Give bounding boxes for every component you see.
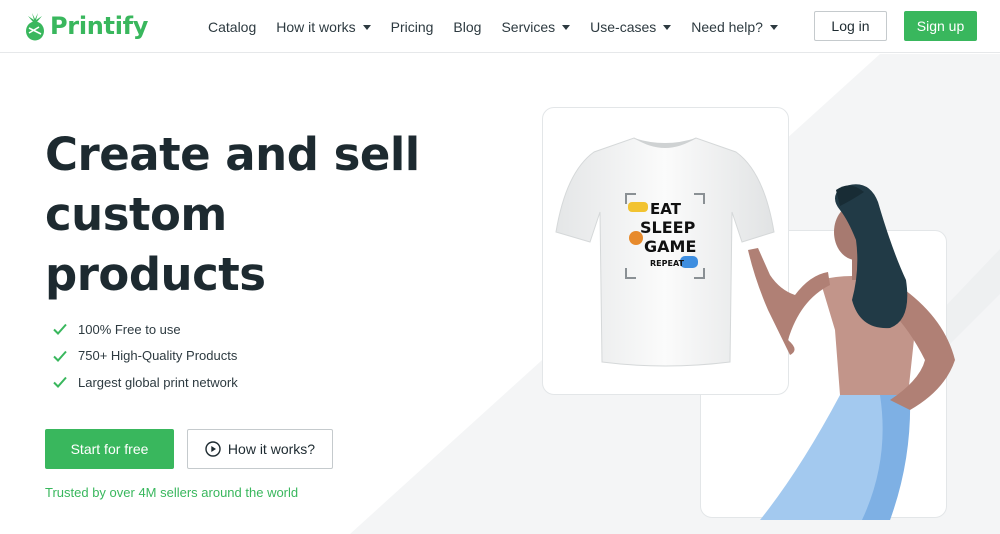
headline-line: products xyxy=(45,248,266,301)
printify-logo[interactable]: Printify xyxy=(24,10,148,42)
nav-item-blog[interactable]: Blog xyxy=(453,19,481,35)
shirt-print-line: REPEAT xyxy=(650,259,685,268)
caret-down-icon xyxy=(769,24,778,30)
headline-line: custom xyxy=(45,188,227,241)
site-header: Printify Catalog How it works Pricing Bl… xyxy=(0,0,1000,53)
shirt-print-line: SLEEP xyxy=(640,218,696,237)
hero-headline: Create and sell custom products xyxy=(45,125,425,305)
nav-item-catalog[interactable]: Catalog xyxy=(208,19,256,35)
nav-item-how-it-works[interactable]: How it works xyxy=(276,18,371,35)
headline-line: Create and sell xyxy=(45,128,420,181)
how-it-works-label: How it works? xyxy=(227,441,316,457)
nav-item-pricing[interactable]: Pricing xyxy=(391,19,434,35)
nav-item-services[interactable]: Services xyxy=(501,18,571,35)
feature-label: 750+ High-Quality Products xyxy=(78,348,238,364)
start-for-free-button[interactable]: Start for free xyxy=(45,429,174,469)
login-button[interactable]: Log in xyxy=(814,11,887,41)
nav-item-label: How it works xyxy=(276,18,356,35)
nav-item-label: Catalog xyxy=(208,18,257,35)
caret-down-icon xyxy=(362,24,371,30)
woman-illustration xyxy=(748,184,955,520)
check-icon xyxy=(53,350,67,362)
caret-down-icon xyxy=(562,24,571,30)
feature-item: 750+ High-Quality Products xyxy=(52,343,238,370)
feature-list: 100% Free to use 750+ High-Quality Produ… xyxy=(52,316,238,396)
feature-item: 100% Free to use xyxy=(52,316,238,343)
nav-item-label: Services xyxy=(501,18,556,35)
nav-item-need-help[interactable]: Need help? xyxy=(691,19,778,35)
feature-item: Largest global print network xyxy=(52,369,238,396)
shirt-print-line: GAME xyxy=(644,237,696,256)
nav-item-label: Pricing xyxy=(390,18,434,35)
play-circle-icon xyxy=(205,441,221,457)
shirt-print-line: EAT xyxy=(650,200,682,218)
trusted-by-text: Trusted by over 4M sellers around the wo… xyxy=(45,485,299,500)
nav-item-use-cases[interactable]: Use-cases xyxy=(590,18,672,35)
logo-text: Printify xyxy=(50,12,149,40)
how-it-works-button[interactable]: How it works? xyxy=(187,429,333,469)
nav-item-label: Use-cases xyxy=(590,18,657,35)
nav-item-label: Blog xyxy=(453,18,482,35)
main-nav: Catalog How it works Pricing Blog Servic… xyxy=(208,0,798,53)
signup-button[interactable]: Sign up xyxy=(904,11,977,41)
check-icon xyxy=(53,377,67,389)
check-icon xyxy=(53,324,67,336)
nav-item-label: Need help? xyxy=(691,18,763,35)
feature-label: Largest global print network xyxy=(78,374,238,390)
logo-icon xyxy=(26,13,44,41)
feature-label: 100% Free to use xyxy=(78,321,181,337)
caret-down-icon xyxy=(663,24,672,30)
